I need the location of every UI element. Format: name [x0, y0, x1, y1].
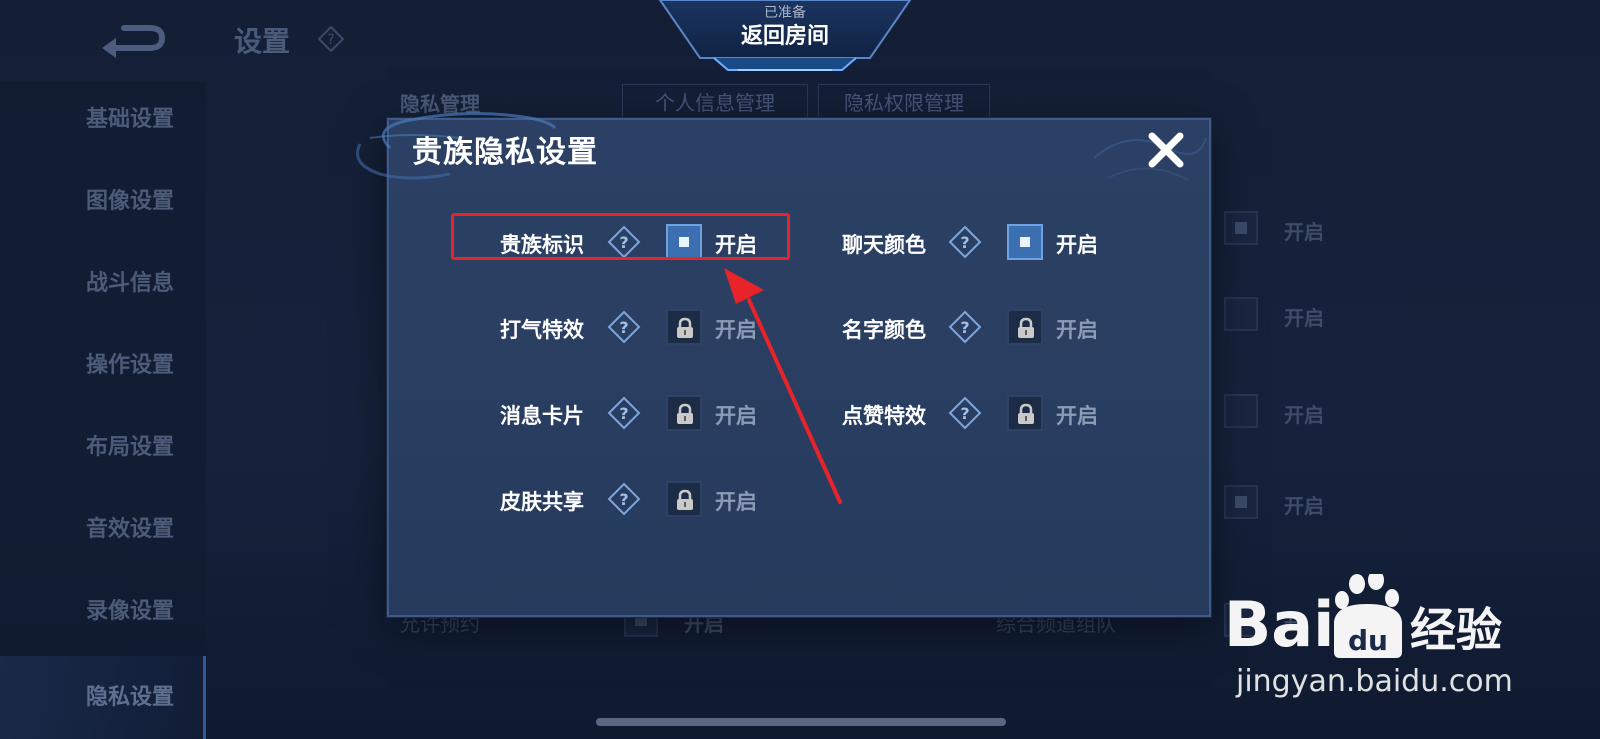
like-effect-toggle[interactable] — [1007, 395, 1043, 431]
cheer-effect-toggle[interactable] — [666, 309, 702, 345]
help-icon[interactable]: ? — [607, 310, 641, 344]
toggle-state-label: 开启 — [715, 490, 757, 514]
noble-privacy-dialog — [387, 118, 1211, 617]
toggle-state-label: 开启 — [715, 318, 757, 342]
lock-icon — [1018, 317, 1034, 338]
highlight-annotation — [451, 213, 790, 260]
option-label: 聊天颜色 — [842, 233, 926, 257]
toggle-state-label: 开启 — [715, 404, 757, 428]
svg-text:?: ? — [960, 404, 969, 423]
lock-icon — [677, 403, 693, 424]
svg-text:Bai: Bai — [1224, 588, 1334, 661]
help-icon[interactable]: ? — [948, 225, 982, 259]
page-title: 设置 — [234, 25, 291, 58]
name-color-toggle[interactable] — [1007, 309, 1043, 345]
lock-icon — [1018, 403, 1034, 424]
return-room-button[interactable]: 返回房间 — [658, 18, 912, 50]
sidebar-item-basic[interactable]: 基础设置 — [0, 90, 206, 150]
watermark-url: jingyan.baidu.com — [1236, 664, 1513, 699]
toggle-state-label: 开启 — [1056, 233, 1098, 257]
sidebar-item-graphics[interactable]: 图像设置 — [0, 172, 206, 232]
svg-text:?: ? — [619, 318, 628, 337]
option-label: 名字颜色 — [842, 318, 926, 342]
svg-text:?: ? — [619, 404, 628, 423]
svg-text:du: du — [1348, 624, 1388, 657]
help-icon[interactable]: ? — [948, 396, 982, 430]
tab-personal-info[interactable]: 个人信息管理 — [622, 84, 808, 122]
help-icon[interactable]: ? — [607, 482, 641, 516]
bg-toggle-state: 开启 — [1284, 220, 1324, 244]
dialog-title: 贵族隐私设置 — [412, 135, 598, 170]
sidebar-item-combat-info[interactable]: 战斗信息 — [0, 254, 206, 314]
sidebar: 基础设置 图像设置 战斗信息 操作设置 布局设置 音效设置 录像设置 隐私设置 — [0, 82, 206, 739]
option-label: 消息卡片 — [500, 404, 584, 428]
sidebar-item-audio[interactable]: 音效设置 — [0, 500, 206, 560]
home-indicator[interactable] — [596, 718, 1006, 726]
bg-toggle-state: 开启 — [1284, 494, 1324, 518]
lock-icon — [677, 489, 693, 510]
bg-toggle[interactable] — [1224, 211, 1258, 245]
skin-share-toggle[interactable] — [666, 481, 702, 517]
chat-color-toggle[interactable] — [1007, 224, 1043, 260]
toggle-state-label: 开启 — [1056, 404, 1098, 428]
bg-toggle[interactable] — [1224, 297, 1258, 331]
message-card-toggle[interactable] — [666, 395, 702, 431]
help-icon[interactable]: ? — [607, 396, 641, 430]
sidebar-item-replay[interactable]: 录像设置 — [0, 582, 206, 642]
svg-text:?: ? — [960, 318, 969, 337]
bg-toggle-state: 开启 — [1284, 403, 1324, 427]
toggle-dot — [1020, 237, 1030, 247]
svg-text:?: ? — [327, 32, 334, 48]
bg-toggle[interactable] — [1224, 485, 1258, 519]
baidu-jingyan-logo: Bai du 经验 — [1224, 574, 1502, 661]
svg-text:经验: 经验 — [1410, 603, 1502, 657]
help-icon[interactable]: ? — [948, 310, 982, 344]
close-icon[interactable] — [1146, 130, 1186, 170]
option-label: 打气特效 — [500, 318, 584, 342]
bg-toggle[interactable] — [1224, 394, 1258, 428]
lock-icon — [677, 317, 693, 338]
option-label: 皮肤共享 — [500, 490, 584, 514]
sidebar-item-privacy[interactable]: 隐私设置 — [0, 656, 206, 739]
help-icon[interactable]: ? — [318, 26, 344, 52]
back-arrow-icon[interactable] — [98, 20, 168, 60]
sidebar-item-controls[interactable]: 操作设置 — [0, 336, 206, 396]
baidu-paw-icon: du — [1334, 574, 1402, 658]
option-label: 点赞特效 — [842, 404, 926, 428]
toggle-state-label: 开启 — [1056, 318, 1098, 342]
sidebar-item-layout[interactable]: 布局设置 — [0, 418, 206, 478]
svg-text:?: ? — [960, 233, 969, 252]
svg-text:?: ? — [619, 490, 628, 509]
bg-toggle-state: 开启 — [1284, 306, 1324, 330]
tab-privacy-permissions[interactable]: 隐私权限管理 — [818, 84, 990, 122]
